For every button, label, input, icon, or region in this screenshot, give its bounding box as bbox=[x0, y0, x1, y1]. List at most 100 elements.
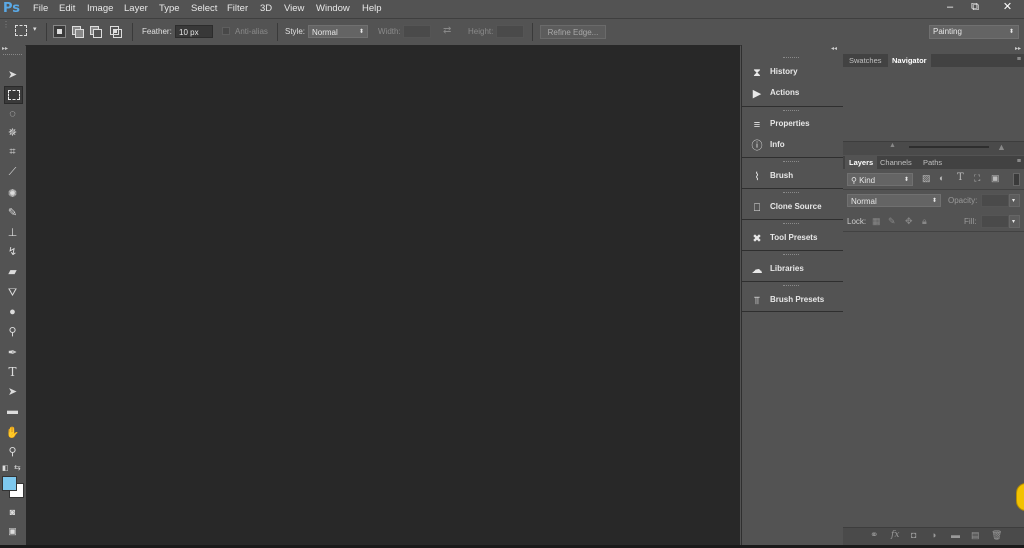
new-group-icon[interactable]: ▬ bbox=[951, 530, 960, 540]
add-mask-icon[interactable]: ◘ bbox=[911, 530, 916, 540]
dodge-tool-icon[interactable]: ⚲ bbox=[4, 324, 21, 340]
new-selection-icon[interactable] bbox=[53, 25, 66, 38]
type-layer-filter-icon[interactable]: T bbox=[957, 172, 964, 183]
menu-filter[interactable]: Filter bbox=[227, 3, 248, 14]
filter-toggle[interactable] bbox=[1013, 173, 1020, 186]
new-layer-icon[interactable]: ▤ bbox=[971, 530, 980, 541]
foreground-color-swatch[interactable] bbox=[2, 476, 17, 491]
rectangular-marquee-tool-icon[interactable] bbox=[4, 86, 23, 104]
lasso-tool-icon[interactable]: ◌ bbox=[4, 106, 21, 122]
collapse-panels-icon[interactable]: ▸▸ bbox=[1015, 45, 1021, 52]
quick-mask-icon[interactable]: ◙ bbox=[4, 504, 21, 520]
zoom-out-icon[interactable]: ▲ bbox=[889, 142, 896, 149]
swap-dimensions-icon[interactable]: ⇄ bbox=[443, 25, 451, 36]
eraser-tool-icon[interactable]: ▰ bbox=[4, 264, 21, 280]
blend-mode-select[interactable]: Normal ⬍ bbox=[847, 194, 941, 207]
zoom-slider[interactable] bbox=[909, 146, 989, 148]
zoom-in-icon[interactable]: ▲ bbox=[997, 142, 1006, 152]
lock-image-icon[interactable]: ✎ bbox=[888, 216, 896, 227]
tab-layers[interactable]: Layers bbox=[845, 156, 878, 169]
clone-stamp-tool-icon[interactable]: ⊥ bbox=[4, 225, 21, 241]
width-input[interactable] bbox=[403, 25, 431, 38]
fill-dropdown[interactable]: ▾ bbox=[1009, 215, 1020, 228]
shape-layer-filter-icon[interactable]: ⛶ bbox=[974, 173, 980, 184]
intersect-selection-icon[interactable] bbox=[109, 25, 122, 38]
adjustment-layer-icon[interactable]: ◑ bbox=[931, 530, 936, 540]
preset-dropdown-icon[interactable]: ▾ bbox=[33, 25, 37, 33]
tab-swatches[interactable]: Swatches bbox=[845, 54, 886, 67]
opacity-dropdown[interactable]: ▾ bbox=[1009, 194, 1020, 207]
swap-colors-icon[interactable]: ⇆ bbox=[14, 463, 21, 472]
menu-image[interactable]: Image bbox=[87, 3, 113, 14]
layer-style-icon[interactable]: fx bbox=[891, 530, 899, 540]
layer-filter-select[interactable]: ⚲ Kind ⬍ bbox=[847, 173, 913, 186]
paint-bucket-tool-icon[interactable]: ⛛ bbox=[4, 285, 21, 301]
zoom-tool-icon[interactable]: ⚲ bbox=[4, 444, 21, 460]
menu-window[interactable]: Window bbox=[316, 3, 350, 14]
dock-item-libraries[interactable]: ☁ Libraries bbox=[742, 259, 843, 279]
tab-paths[interactable]: Paths bbox=[919, 156, 946, 169]
close-button[interactable]: ✕ bbox=[991, 0, 1024, 14]
rectangle-tool-icon[interactable]: ▬ bbox=[4, 403, 21, 419]
dock-item-actions[interactable]: ▶ Actions bbox=[742, 83, 843, 103]
dock-item-brush-presets[interactable]: ⫪ Brush Presets bbox=[742, 290, 843, 310]
dock-item-history[interactable]: ⧗ History bbox=[742, 62, 843, 82]
menu-type[interactable]: Type bbox=[159, 3, 180, 14]
document-canvas-area[interactable] bbox=[26, 45, 740, 545]
menu-edit[interactable]: Edit bbox=[59, 3, 75, 14]
workspace-select[interactable]: Painting ⬍ bbox=[929, 25, 1019, 39]
blur-tool-icon[interactable]: ● bbox=[4, 304, 21, 320]
lock-transparent-icon[interactable]: ▦ bbox=[872, 216, 881, 227]
add-to-selection-icon[interactable] bbox=[71, 25, 84, 38]
eyedropper-tool-icon[interactable]: ⟋ bbox=[4, 164, 21, 180]
dock-item-info[interactable]: ⓘ Info bbox=[742, 135, 843, 155]
tab-channels[interactable]: Channels bbox=[876, 156, 916, 169]
style-select[interactable]: Normal ⬍ bbox=[308, 25, 368, 38]
panel-menu-icon[interactable]: ≡ bbox=[1017, 56, 1021, 63]
menu-layer[interactable]: Layer bbox=[124, 3, 148, 14]
panel-menu-icon[interactable]: ≡ bbox=[1017, 158, 1021, 165]
screen-mode-icon[interactable]: ▣ bbox=[4, 523, 21, 539]
lock-position-icon[interactable]: ✥ bbox=[905, 216, 913, 227]
menu-view[interactable]: View bbox=[284, 3, 304, 14]
type-tool-icon[interactable]: T bbox=[4, 364, 21, 380]
subtract-from-selection-icon[interactable] bbox=[89, 25, 102, 38]
pixel-layer-filter-icon[interactable]: ▨ bbox=[922, 173, 931, 184]
smart-object-filter-icon[interactable]: ▣ bbox=[991, 173, 1000, 184]
marquee-preset-icon[interactable] bbox=[15, 25, 27, 36]
brush-tool-icon[interactable]: ✎ bbox=[4, 205, 21, 221]
navigator-preview[interactable] bbox=[843, 67, 1024, 141]
link-layers-icon[interactable]: ⚭ bbox=[870, 530, 878, 541]
tab-navigator[interactable]: Navigator bbox=[888, 54, 931, 67]
default-colors-icon[interactable]: ◧ bbox=[2, 464, 9, 472]
dock-item-tool-presets[interactable]: ✖ Tool Presets bbox=[742, 228, 843, 248]
restore-button[interactable]: ⧉ bbox=[964, 0, 986, 14]
move-tool-icon[interactable]: ➤ bbox=[4, 67, 21, 83]
pen-tool-icon[interactable]: ✒ bbox=[4, 345, 21, 361]
layers-list[interactable] bbox=[843, 232, 1024, 526]
menu-3d[interactable]: 3D bbox=[260, 3, 272, 14]
dock-item-clone-source[interactable]: ⎕ Clone Source bbox=[742, 197, 843, 217]
path-selection-tool-icon[interactable]: ➤ bbox=[4, 384, 21, 400]
hand-tool-icon[interactable]: ✋ bbox=[4, 425, 21, 441]
magic-wand-tool-icon[interactable]: ✵ bbox=[4, 125, 21, 141]
crop-tool-icon[interactable]: ⌗ bbox=[4, 144, 21, 160]
antialias-checkbox[interactable] bbox=[222, 27, 230, 35]
menu-help[interactable]: Help bbox=[362, 3, 382, 14]
height-input[interactable] bbox=[496, 25, 524, 38]
fill-input[interactable] bbox=[981, 215, 1009, 228]
adjustment-layer-filter-icon[interactable]: ◐ bbox=[939, 173, 944, 183]
dock-item-brush[interactable]: ⌇ Brush bbox=[742, 166, 843, 186]
menu-select[interactable]: Select bbox=[191, 3, 217, 14]
menu-file[interactable]: File bbox=[33, 3, 48, 14]
refine-edge-button[interactable]: Refine Edge... bbox=[540, 25, 606, 39]
delete-layer-icon[interactable]: 🗑︎ bbox=[991, 530, 1002, 541]
feather-input[interactable]: 10 px bbox=[175, 25, 213, 38]
lock-all-icon[interactable]: 🔒︎ bbox=[922, 216, 927, 227]
collapse-dock-icon[interactable]: ◂◂ bbox=[831, 45, 837, 52]
opacity-input[interactable] bbox=[981, 194, 1009, 207]
healing-brush-tool-icon[interactable]: ✺ bbox=[4, 186, 21, 202]
dock-item-properties[interactable]: ≡ Properties bbox=[742, 114, 843, 134]
notification-indicator[interactable] bbox=[1016, 483, 1024, 511]
collapse-toolbox-icon[interactable]: ▸▸ bbox=[2, 45, 8, 52]
